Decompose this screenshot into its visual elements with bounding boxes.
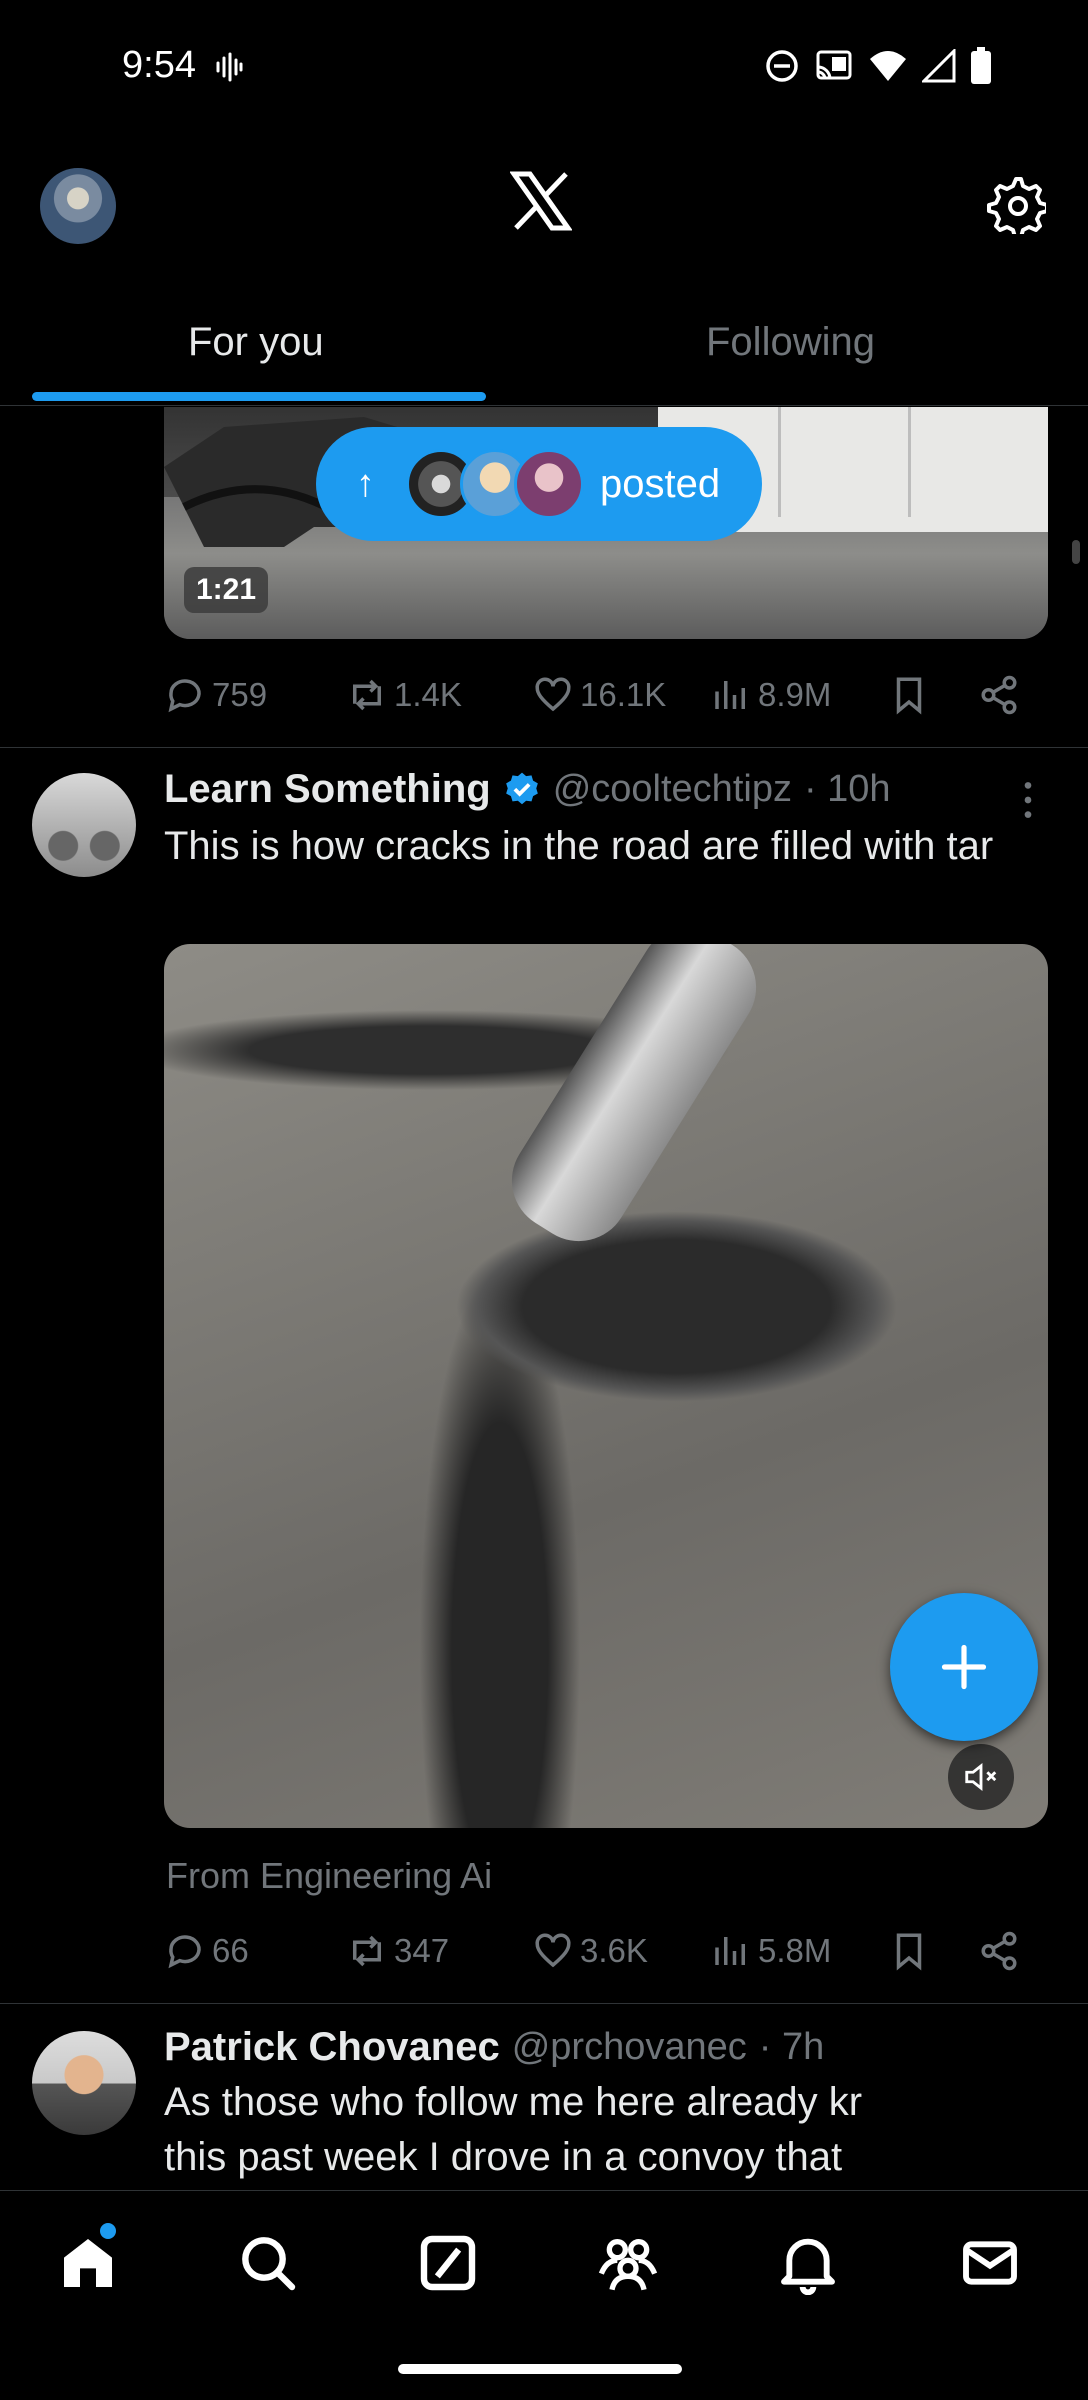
mute-button[interactable] — [948, 1744, 1014, 1810]
share-button[interactable] — [978, 1930, 1020, 1972]
post-time: · 10h — [803, 768, 891, 810]
repost-button[interactable]: 347 — [346, 1930, 449, 1972]
views-icon — [715, 1937, 745, 1965]
view-count: 5.8M — [758, 1932, 832, 1969]
share-icon — [981, 675, 1017, 715]
post-source[interactable]: From Engineering Ai — [166, 1855, 492, 1897]
grok-icon[interactable] — [416, 2231, 480, 2295]
reply-button[interactable]: 66 — [164, 1930, 249, 1972]
x-logo-icon[interactable] — [510, 170, 572, 232]
post-header: Learn Something @cooltechtipz · 10h — [164, 767, 891, 812]
tab-for-you[interactable]: For you — [188, 320, 324, 365]
repost-count: 1.4K — [394, 676, 462, 713]
tab-following[interactable]: Following — [706, 320, 875, 365]
reply-count: 759 — [212, 676, 268, 713]
reply-icon — [168, 679, 201, 713]
post-divider — [0, 747, 1088, 748]
active-tab-indicator — [32, 392, 486, 401]
reply-button[interactable]: 759 — [164, 674, 267, 716]
cast-icon — [816, 50, 852, 80]
poster-avatar — [514, 449, 584, 519]
dnd-icon — [766, 50, 798, 82]
signal-icon — [922, 49, 956, 83]
timeline-tabs: For you Following — [0, 290, 1088, 406]
arrow-up-icon: ↑ — [356, 462, 375, 505]
post-time: · 7h — [758, 2026, 825, 2068]
like-button[interactable]: 16.1K — [532, 674, 666, 716]
repost-icon — [353, 1935, 381, 1967]
author-name[interactable]: Learn Something — [164, 767, 491, 812]
author-avatar[interactable] — [32, 773, 136, 877]
like-button[interactable]: 3.6K — [532, 1930, 648, 1972]
author-handle[interactable]: @cooltechtipz — [553, 768, 792, 811]
like-count: 3.6K — [580, 1932, 648, 1969]
post-text-line: As those who follow me here already kr — [164, 2080, 863, 2124]
home-icon[interactable] — [56, 2231, 120, 2295]
plus-icon — [941, 1644, 987, 1690]
repost-button[interactable]: 1.4K — [346, 674, 462, 716]
views-icon — [715, 681, 745, 709]
post-text: As those who follow me here already kr t… — [164, 2075, 1064, 2185]
post-divider — [0, 2003, 1088, 2004]
views-button[interactable]: 5.8M — [710, 1930, 831, 1972]
reply-count: 66 — [212, 1932, 249, 1969]
unread-dot — [100, 2223, 116, 2239]
search-icon[interactable] — [236, 2231, 300, 2295]
post-header: Patrick Chovanec @prchovanec · 7h — [164, 2025, 824, 2070]
profile-avatar[interactable] — [40, 168, 116, 244]
bookmark-button[interactable] — [888, 1930, 930, 1972]
author-handle[interactable]: @prchovanec — [512, 2026, 747, 2069]
bookmark-icon — [896, 1933, 922, 1971]
messages-icon[interactable] — [958, 2231, 1022, 2295]
wifi-icon — [870, 51, 906, 81]
post-text: This is how cracks in the road are fille… — [164, 824, 994, 868]
author-avatar[interactable] — [32, 2031, 136, 2135]
share-button[interactable] — [978, 674, 1020, 716]
posted-label: posted — [600, 461, 721, 506]
video-duration: 1:21 — [184, 567, 269, 613]
like-icon — [535, 1933, 571, 1968]
new-posts-pill[interactable]: ↑ posted — [316, 427, 762, 541]
compose-button[interactable] — [890, 1593, 1038, 1741]
gear-icon[interactable] — [986, 174, 1046, 234]
view-count: 8.9M — [758, 676, 832, 713]
notifications-icon[interactable] — [776, 2231, 840, 2295]
bookmark-icon — [896, 677, 922, 715]
gesture-home-bar[interactable] — [398, 2364, 682, 2374]
communities-icon[interactable] — [596, 2231, 660, 2295]
app-screen: 9:54 For you Following 1:21 ↑ posted 759… — [0, 0, 1088, 2400]
post-text-line: this past week I drove in a convoy that — [164, 2135, 843, 2179]
scrollbar[interactable] — [1072, 540, 1080, 564]
status-time: 9:54 — [122, 44, 196, 86]
like-count: 16.1K — [580, 676, 667, 713]
like-icon — [535, 677, 571, 712]
views-button[interactable]: 8.9M — [710, 674, 831, 716]
share-icon — [981, 1931, 1017, 1971]
vibrate-icon — [216, 52, 243, 82]
video-frame-nozzle — [493, 944, 775, 1260]
repost-count: 347 — [394, 1932, 450, 1969]
mute-icon — [965, 1762, 997, 1792]
verified-badge-icon — [505, 772, 538, 804]
status-icons — [764, 46, 992, 86]
battery-icon — [971, 47, 991, 84]
repost-icon — [353, 679, 381, 711]
post-actions: 759 1.4K 16.1K 8.9M — [164, 665, 1048, 725]
reply-icon — [168, 1935, 201, 1969]
bookmark-button[interactable] — [888, 674, 930, 716]
more-icon[interactable] — [1010, 775, 1046, 825]
author-name[interactable]: Patrick Chovanec — [164, 2025, 500, 2070]
post-actions: 66 347 3.6K 5.8M — [164, 1921, 1048, 1981]
timeline-feed[interactable]: 1:21 ↑ posted 759 1.4K 16.1K 8.9M Learn … — [0, 407, 1088, 2191]
